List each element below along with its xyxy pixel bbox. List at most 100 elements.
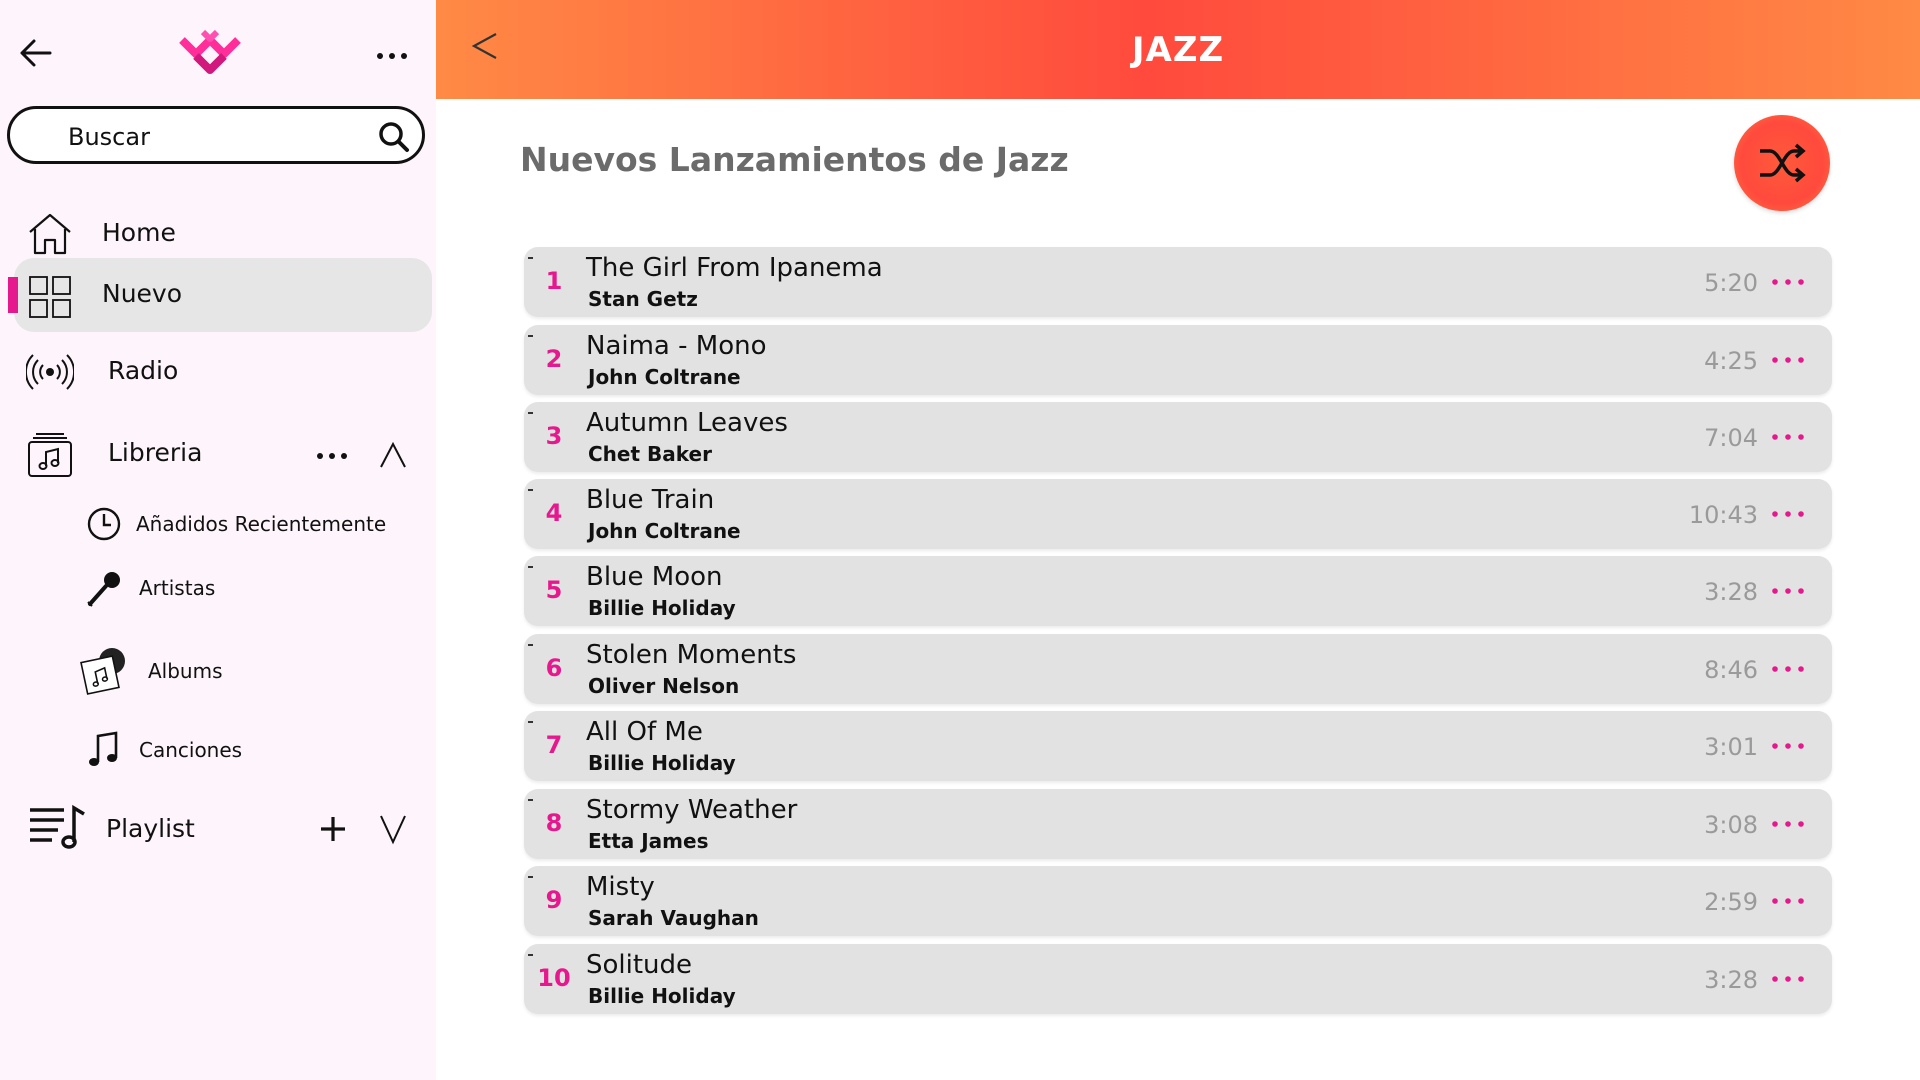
- track-more-icon[interactable]: [1770, 353, 1806, 367]
- home-icon: [29, 213, 71, 255]
- header-bar: JAZZ: [436, 0, 1920, 99]
- library-more-icon[interactable]: [312, 446, 352, 466]
- search-box[interactable]: [7, 106, 425, 164]
- row-tick: [528, 799, 533, 801]
- track-duration: 3:28: [1704, 578, 1758, 606]
- radio-broadcast-icon: [26, 354, 74, 390]
- page-title: JAZZ: [1131, 30, 1225, 70]
- music-note-icon: [89, 731, 118, 766]
- track-row[interactable]: 1 The Girl From Ipanema Stan Getz 5:20: [524, 247, 1832, 317]
- track-more-icon[interactable]: [1770, 817, 1806, 831]
- add-playlist-icon[interactable]: [316, 812, 350, 846]
- track-number: 3: [545, 422, 563, 450]
- sidebar-subitem-label: Añadidos Recientemente: [136, 512, 387, 536]
- track-more-icon[interactable]: [1770, 662, 1806, 676]
- sidebar-subitem-artistas[interactable]: Artistas: [0, 560, 436, 616]
- track-more-icon[interactable]: [1770, 739, 1806, 753]
- track-duration: 3:01: [1704, 733, 1758, 761]
- sidebar-item-libreria[interactable]: Libreria: [0, 418, 436, 488]
- track-duration: 5:20: [1704, 269, 1758, 297]
- album-icon: [80, 648, 125, 695]
- row-tick: [528, 644, 533, 646]
- track-artist: Oliver Nelson: [588, 674, 740, 698]
- row-tick: [528, 489, 533, 491]
- track-more-icon[interactable]: [1770, 430, 1806, 444]
- track-row[interactable]: 2 Naima - Mono John Coltrane 4:25: [524, 325, 1832, 395]
- chevron-down-icon[interactable]: [378, 812, 408, 846]
- track-title: Stormy Weather: [586, 795, 798, 825]
- track-title: Solitude: [586, 950, 693, 980]
- clock-icon: [87, 507, 121, 541]
- track-title: Autumn Leaves: [586, 408, 788, 438]
- sidebar-item-label: Nuevo: [102, 279, 183, 308]
- track-row[interactable]: 6 Stolen Moments Oliver Nelson 8:46: [524, 634, 1832, 704]
- track-row[interactable]: 4 Blue Train John Coltrane 10:43: [524, 479, 1832, 549]
- track-number: 10: [537, 964, 571, 992]
- row-tick: [528, 566, 533, 568]
- sidebar-item-radio[interactable]: Radio: [0, 336, 436, 406]
- sidebar-subitem-canciones[interactable]: Canciones: [0, 722, 436, 778]
- track-row[interactable]: 9 Misty Sarah Vaughan 2:59: [524, 866, 1832, 936]
- track-row[interactable]: 10 Solitude Billie Holiday 3:28: [524, 944, 1832, 1014]
- track-duration: 10:43: [1688, 501, 1758, 529]
- track-duration: 7:04: [1704, 424, 1758, 452]
- track-row[interactable]: 8 Stormy Weather Etta James 3:08: [524, 789, 1832, 859]
- track-more-icon[interactable]: [1770, 275, 1806, 289]
- track-artist: Etta James: [588, 829, 709, 853]
- track-more-icon[interactable]: [1770, 894, 1806, 908]
- track-number: 2: [545, 345, 563, 373]
- row-tick: [528, 335, 533, 337]
- search-icon[interactable]: [378, 121, 410, 153]
- row-tick: [528, 954, 533, 956]
- track-more-icon[interactable]: [1770, 507, 1806, 521]
- track-artist: John Coltrane: [588, 519, 741, 543]
- track-number: 5: [545, 576, 563, 604]
- back-arrow-icon[interactable]: [16, 36, 56, 70]
- sidebar-item-nuevo[interactable]: Nuevo: [0, 259, 436, 329]
- track-row[interactable]: 7 All Of Me Billie Holiday 3:01: [524, 711, 1832, 781]
- track-title: All Of Me: [586, 717, 703, 747]
- track-title: Misty: [586, 872, 655, 902]
- track-artist: Billie Holiday: [588, 751, 736, 775]
- sidebar-item-label: Radio: [108, 356, 179, 385]
- track-duration: 4:25: [1704, 347, 1758, 375]
- track-artist: John Coltrane: [588, 365, 741, 389]
- sidebar-item-label: Playlist: [106, 814, 195, 843]
- track-title: The Girl From Ipanema: [586, 253, 883, 283]
- sidebar-subitem-label: Canciones: [139, 738, 243, 762]
- search-input[interactable]: [66, 119, 370, 155]
- section-title: Nuevos Lanzamientos de Jazz: [520, 140, 1069, 179]
- sidebar-top-bar: [0, 0, 436, 100]
- track-more-icon[interactable]: [1770, 584, 1806, 598]
- track-artist: Stan Getz: [588, 287, 698, 311]
- chevron-up-icon[interactable]: [378, 440, 408, 470]
- track-duration: 2:59: [1704, 888, 1758, 916]
- sidebar: Home Nuevo Radio Libreria: [0, 0, 436, 1080]
- sidebar-item-label: Libreria: [108, 438, 203, 467]
- track-more-icon[interactable]: [1770, 972, 1806, 986]
- track-duration: 8:46: [1704, 656, 1758, 684]
- sidebar-subitem-recent[interactable]: Añadidos Recientemente: [0, 496, 436, 552]
- track-artist: Billie Holiday: [588, 984, 736, 1008]
- track-duration: 3:08: [1704, 811, 1758, 839]
- track-row[interactable]: 5 Blue Moon Billie Holiday 3:28: [524, 556, 1832, 626]
- sidebar-subitem-label: Artistas: [139, 576, 216, 600]
- more-options-icon[interactable]: [372, 40, 412, 60]
- track-artist: Chet Baker: [588, 442, 712, 466]
- sidebar-subitem-albums[interactable]: Albums: [0, 643, 436, 699]
- track-number: 1: [545, 267, 563, 295]
- track-title: Naima - Mono: [586, 331, 767, 361]
- track-number: 6: [545, 654, 563, 682]
- shuffle-button[interactable]: [1734, 115, 1830, 211]
- row-tick: [528, 412, 533, 414]
- track-row[interactable]: 3 Autumn Leaves Chet Baker 7:04: [524, 402, 1832, 472]
- track-title: Blue Moon: [586, 562, 723, 592]
- track-duration: 3:28: [1704, 966, 1758, 994]
- row-tick: [528, 876, 533, 878]
- sidebar-item-label: Home: [102, 218, 176, 247]
- track-artist: Sarah Vaughan: [588, 906, 759, 930]
- sidebar-item-playlist[interactable]: Playlist: [0, 794, 436, 864]
- sidebar-item-home[interactable]: Home: [0, 198, 436, 268]
- library-music-icon: [28, 433, 72, 477]
- track-title: Blue Train: [586, 485, 715, 515]
